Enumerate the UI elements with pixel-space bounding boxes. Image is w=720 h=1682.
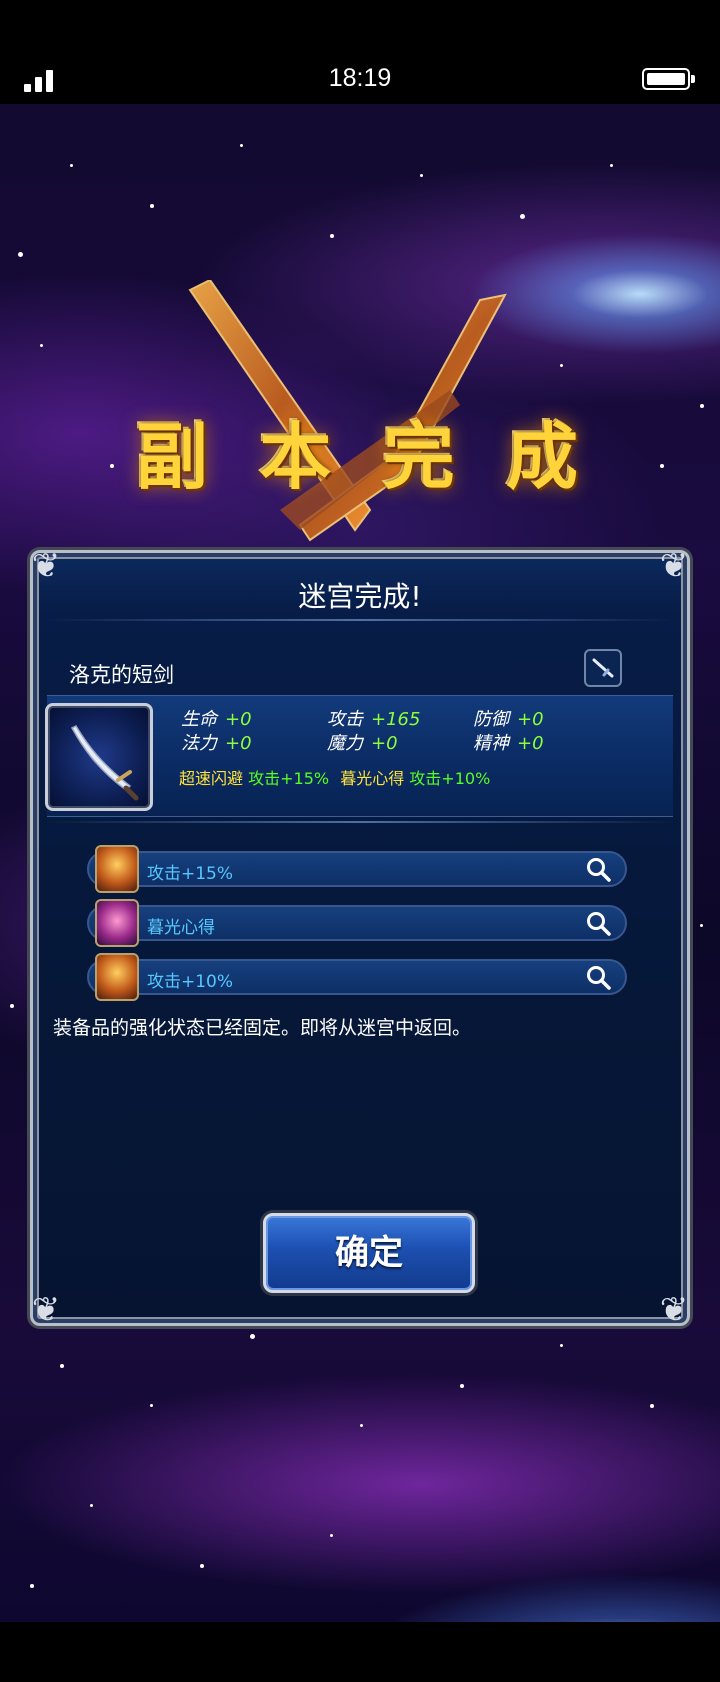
star xyxy=(460,1384,464,1388)
stat-label: 攻击 xyxy=(327,709,363,730)
ability-label: 攻击+10% xyxy=(147,972,234,992)
star xyxy=(240,144,243,147)
stat-spr: 精神 +0 xyxy=(473,729,544,755)
stat-label: 法力 xyxy=(181,733,217,754)
result-message: 装备品的强化状态已经固定。即将从迷宫中返回。 xyxy=(53,1017,472,1039)
star xyxy=(30,1584,34,1588)
stat-label: 防御 xyxy=(473,709,509,730)
result-panel: ❦ ❦ ❦ ❦ 迷宫完成! 洛克的短剑 生命 +0 攻击 +165 防御 +0 法力 +… xyxy=(30,547,690,1330)
divider xyxy=(43,619,677,621)
stat-mp: 法力 +0 xyxy=(181,729,252,755)
dagger-icon xyxy=(592,658,614,678)
stat-label: 精神 xyxy=(473,733,509,754)
star xyxy=(660,464,664,468)
corner-ornament-icon: ❦ xyxy=(659,1290,689,1330)
star xyxy=(420,174,423,177)
ability-row[interactable]: 攻击+15% xyxy=(87,845,627,893)
star xyxy=(150,1404,153,1407)
star xyxy=(700,404,704,408)
warrior-buff-icon xyxy=(95,845,139,893)
search-icon[interactable] xyxy=(585,964,613,992)
stat-value: +165 xyxy=(371,709,421,730)
status-bar: 18:19 xyxy=(0,0,720,104)
star xyxy=(70,164,73,167)
stat-value: +0 xyxy=(371,733,398,754)
stat-label: 魔力 xyxy=(327,733,363,754)
panel-title: 迷宫完成! xyxy=(298,580,422,613)
star xyxy=(330,234,334,238)
star xyxy=(110,464,114,468)
effect-value: 攻击+15% xyxy=(248,769,330,788)
weapon-portrait[interactable] xyxy=(45,703,153,811)
star xyxy=(40,344,43,347)
star xyxy=(520,214,525,219)
star xyxy=(10,1004,14,1008)
banner-char: 副 xyxy=(135,415,214,499)
stat-mag: 魔力 +0 xyxy=(327,729,398,755)
effects-line: 超速闪避 攻击+15% 暮光心得 攻击+10% xyxy=(179,765,496,789)
stat-atk: 攻击 +165 xyxy=(327,705,420,731)
stat-hp: 生命 +0 xyxy=(181,705,252,731)
star xyxy=(700,924,703,927)
banner-char: 本 xyxy=(259,415,338,499)
ability-label: 攻击+15% xyxy=(147,864,234,884)
confirm-button[interactable]: 确定 xyxy=(263,1213,475,1293)
star xyxy=(610,164,613,167)
star xyxy=(200,1564,204,1568)
item-name: 洛克的短剑 xyxy=(69,663,174,687)
battery-icon xyxy=(642,68,690,90)
stat-label: 生命 xyxy=(181,709,217,730)
weapon-type-button[interactable] xyxy=(584,649,622,687)
star xyxy=(60,1364,64,1368)
star xyxy=(650,1404,654,1408)
effect-value: 攻击+10% xyxy=(409,769,491,788)
effect-name: 暮光心得 xyxy=(340,769,405,788)
stat-value: +0 xyxy=(517,733,544,754)
star xyxy=(360,1424,363,1427)
star xyxy=(18,252,23,257)
corner-ornament-icon: ❦ xyxy=(31,1290,61,1330)
star xyxy=(250,1334,255,1339)
ability-label: 暮光心得 xyxy=(147,918,215,938)
banner-char: 成 xyxy=(505,415,584,499)
ability-row[interactable]: 攻击+10% xyxy=(87,953,627,1001)
short-sword-icon xyxy=(70,725,139,801)
star xyxy=(560,1344,563,1347)
ability-row[interactable]: 暮光心得 xyxy=(87,899,627,947)
stat-value: +0 xyxy=(517,709,544,730)
stat-value: +0 xyxy=(225,733,252,754)
star xyxy=(330,1534,333,1537)
stat-value: +0 xyxy=(225,709,252,730)
star xyxy=(150,204,154,208)
status-time: 18:19 xyxy=(328,64,392,92)
warrior-buff-icon xyxy=(95,953,139,1001)
banner-char: 完 xyxy=(382,415,461,499)
bottom-bar xyxy=(0,1622,720,1682)
battery-nub xyxy=(691,75,695,83)
effect-name: 超速闪避 xyxy=(179,769,244,788)
search-icon[interactable] xyxy=(585,910,613,938)
divider xyxy=(43,821,677,823)
star xyxy=(90,1504,93,1507)
stat-def: 防御 +0 xyxy=(473,705,544,731)
search-icon[interactable] xyxy=(585,856,613,884)
magic-aura-icon xyxy=(95,899,139,947)
dungeon-complete-banner: 副 本 完 成 xyxy=(120,398,600,499)
